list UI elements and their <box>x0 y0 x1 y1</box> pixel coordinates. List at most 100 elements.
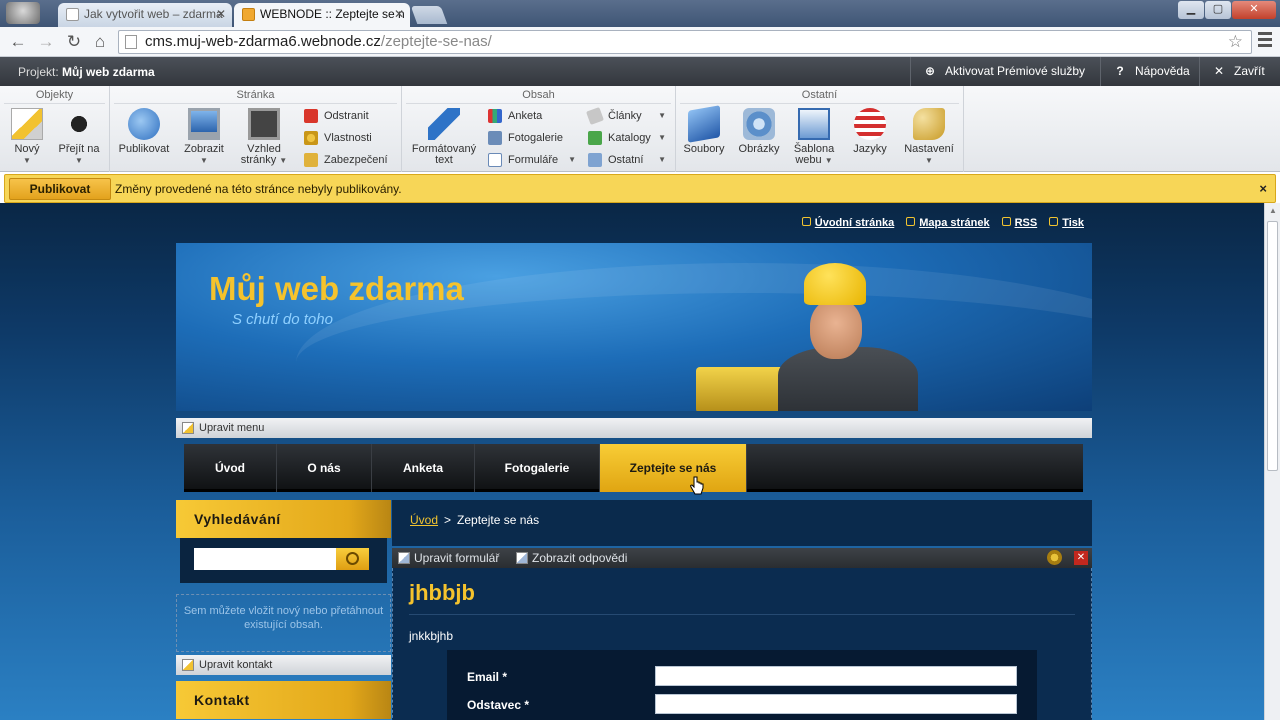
tab-title: Jak vytvořit web – zdarma <box>84 7 223 21</box>
template-button[interactable]: Šablona webu ▼ <box>790 108 838 166</box>
publish-ribbon-button[interactable]: Publikovat <box>114 108 174 155</box>
edit-menu-bar[interactable]: Upravit menu <box>176 418 1092 438</box>
form-title[interactable]: jhbbjb <box>409 580 475 606</box>
group-stranka: Stránka Publikovat Zobrazit ▼ Vzhled strán… <box>110 86 402 172</box>
activate-premium-link[interactable]: ⊕ Aktivovat Prémiové služby <box>910 57 1097 86</box>
back-icon[interactable]: ← <box>6 30 30 54</box>
other-icon <box>588 153 602 167</box>
page-scrollbar[interactable]: ▲ <box>1264 203 1280 720</box>
incognito-icon <box>6 2 40 24</box>
email-field[interactable] <box>655 666 1017 686</box>
browser-tab-1[interactable]: Jak vytvořit web – zdarma ✕ <box>58 3 232 27</box>
images-button[interactable]: Obrázky <box>734 108 784 155</box>
new-tab-button[interactable] <box>410 6 448 24</box>
lock-icon <box>304 153 318 167</box>
home-icon[interactable]: ⌂ <box>88 30 112 54</box>
page-favicon-icon <box>66 8 79 21</box>
rss-link[interactable]: RSS <box>1015 217 1038 229</box>
layout-label-2: stránky <box>240 154 277 166</box>
delete-button[interactable]: Odstranit <box>304 108 369 124</box>
home-page-link[interactable]: Úvodní stránka <box>815 217 894 229</box>
goto-button[interactable]: Přejít na ▼ <box>54 108 104 166</box>
forms-label: Formuláře <box>508 154 559 166</box>
puzzle-icon <box>588 131 602 145</box>
show-answers-button[interactable]: Zobrazit odpovědi <box>514 548 627 568</box>
sitemap-link-item: Mapa stránek <box>906 217 990 229</box>
nav-item-fotogalerie[interactable]: Fotogalerie <box>475 444 600 492</box>
view-label: Zobrazit <box>184 143 224 155</box>
scrollbar-thumb[interactable] <box>1267 221 1278 471</box>
properties-button[interactable]: Vlastnosti <box>304 130 372 146</box>
delete-label: Odstranit <box>324 110 369 122</box>
nav-item-zeptejte-se-nas[interactable]: Zeptejte se nás <box>600 444 747 492</box>
print-link[interactable]: Tisk <box>1062 217 1084 229</box>
content-dropzone[interactable]: Sem můžete vložit nový nebo přetáhnout e… <box>176 594 391 652</box>
window-close-icon[interactable]: ✕ <box>1232 1 1276 19</box>
delete-icon[interactable]: ✕ <box>1074 551 1088 565</box>
search-icon[interactable] <box>336 548 369 570</box>
files-label: Soubory <box>683 143 725 155</box>
security-button[interactable]: Zabezpečení <box>304 152 388 168</box>
help-link[interactable]: ? Nápověda <box>1100 57 1202 86</box>
hard-hat-icon <box>804 263 866 305</box>
settings-button[interactable]: Nastavení ▼ <box>900 108 958 166</box>
browser-menu-icon[interactable] <box>1258 32 1272 50</box>
home-icon <box>801 217 811 226</box>
edit-form-button[interactable]: Upravit formulář <box>396 548 499 568</box>
site-slogan[interactable]: S chutí do toho <box>232 311 333 328</box>
edit-contact-bar[interactable]: Upravit kontakt <box>176 655 391 675</box>
articles-icon <box>586 107 604 125</box>
photogallery-button[interactable]: Fotogalerie <box>488 130 563 146</box>
minimize-icon[interactable]: ▁ <box>1178 1 1204 19</box>
forward-icon[interactable]: → <box>34 30 58 54</box>
form-edit-toolbar: Upravit formulář Zobrazit odpovědi ✕ <box>392 548 1092 568</box>
notice-close-icon[interactable]: × <box>1259 181 1267 196</box>
formatted-label-2: text <box>435 154 453 166</box>
form-description[interactable]: jnkkbjhb <box>409 629 453 643</box>
files-button[interactable]: Soubory <box>680 105 728 155</box>
poll-button[interactable]: Anketa <box>488 108 542 124</box>
articles-button[interactable]: Články ▼ <box>586 107 666 125</box>
rss-icon <box>1001 217 1011 226</box>
activate-premium-label: Aktivovat Prémiové služby <box>945 64 1086 78</box>
nav-item-uvod[interactable]: Úvod <box>184 444 277 492</box>
catalogs-button[interactable]: Katalogy ▼ <box>588 130 666 146</box>
browser-tab-2[interactable]: WEBNODE :: Zeptejte se n ✕ <box>234 3 410 27</box>
forms-button[interactable]: Formuláře ▼ <box>488 152 576 168</box>
contact-form: Email * Odstavec * <box>447 650 1037 720</box>
sitemap-link[interactable]: Mapa stránek <box>919 217 989 229</box>
paragraph-field[interactable] <box>655 694 1017 714</box>
address-bar[interactable]: cms.muj-web-zdarma6.webnode.cz/zeptejte-… <box>118 30 1252 54</box>
view-button[interactable]: Zobrazit ▼ <box>180 108 228 166</box>
bookmark-star-icon[interactable]: ☆ <box>1228 31 1243 53</box>
close-editor-link[interactable]: ✕ Zavřít <box>1199 57 1280 86</box>
tab-close-icon[interactable]: ✕ <box>394 3 404 25</box>
nav-item-o-nas[interactable]: O nás <box>277 444 372 492</box>
formatted-text-button[interactable]: Formátovaný text <box>406 108 482 166</box>
chevron-down-icon: ▼ <box>658 111 666 120</box>
other-content-button[interactable]: Ostatní ▼ <box>588 152 666 168</box>
scroll-up-icon[interactable]: ▲ <box>1269 206 1277 215</box>
sitemap-icon <box>906 217 916 226</box>
main-content: Úvod > Zeptejte se nás Upravit formulář Zo… <box>392 500 1092 720</box>
gear-icon <box>304 131 318 145</box>
search-input[interactable] <box>194 548 336 570</box>
new-button[interactable]: Nový ▼ <box>10 108 44 166</box>
breadcrumb: Úvod > Zeptejte se nás <box>392 500 1092 546</box>
site-title[interactable]: Můj web zdarma <box>209 270 464 308</box>
email-label: Email * <box>467 670 508 684</box>
gear-icon[interactable] <box>1047 550 1062 565</box>
edit-menu-label: Upravit menu <box>199 422 265 434</box>
page-layout-button[interactable]: Vzhled stránky ▼ <box>236 108 292 166</box>
goto-icon <box>63 108 95 140</box>
new-page-icon <box>11 108 43 140</box>
top-links: Úvodní stránka Mapa stránek RSS Tisk <box>801 217 1084 229</box>
languages-button[interactable]: Jazyky <box>846 108 894 155</box>
reload-icon[interactable]: ↻ <box>62 30 86 54</box>
publish-button[interactable]: Publikovat <box>9 178 111 200</box>
maximize-icon[interactable]: ▢ <box>1205 1 1231 19</box>
nav-item-anketa[interactable]: Anketa <box>372 444 475 492</box>
breadcrumb-home-link[interactable]: Úvod <box>410 513 438 527</box>
form-icon <box>488 153 502 167</box>
tab-close-icon[interactable]: ✕ <box>216 3 226 25</box>
